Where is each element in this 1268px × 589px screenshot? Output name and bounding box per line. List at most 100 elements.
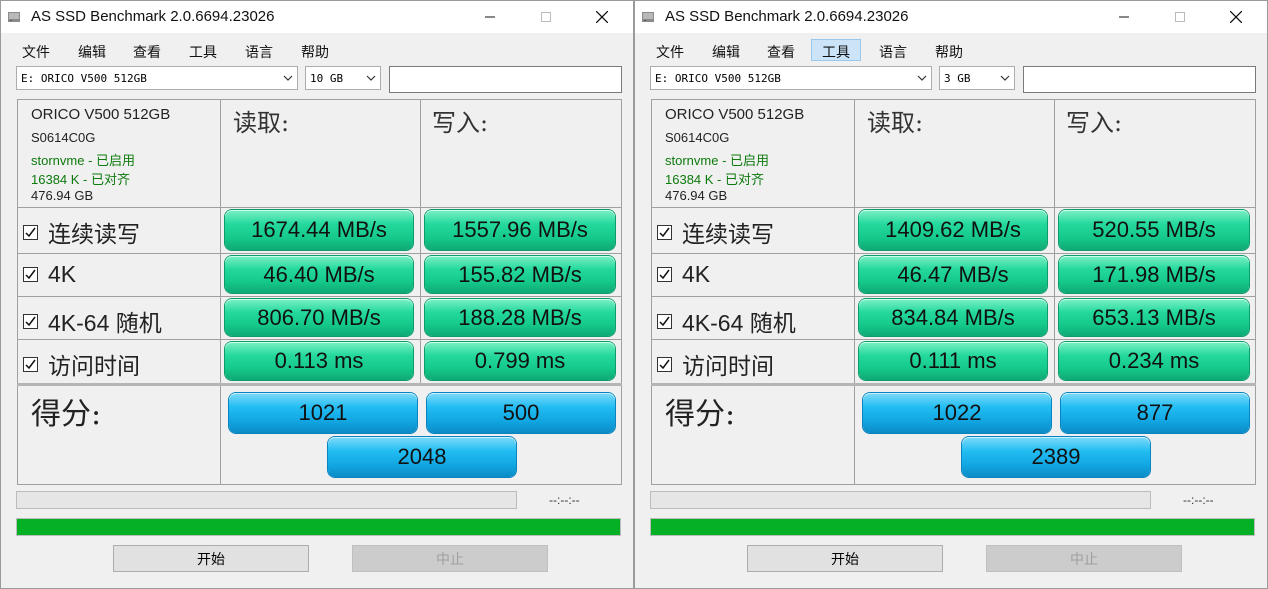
driver-status: stornvme - 已启用 bbox=[665, 153, 770, 168]
access-read-result: 0.111 ms bbox=[859, 342, 1047, 380]
row-divider bbox=[651, 296, 1256, 297]
4k64-write-result: 188.28 MB/s bbox=[425, 299, 615, 336]
column-divider bbox=[1054, 99, 1055, 386]
access-write-result: 0.799 ms bbox=[425, 342, 615, 380]
row-divider bbox=[17, 296, 622, 297]
score-read: 1021 bbox=[229, 393, 417, 433]
progress-bar-total bbox=[650, 518, 1255, 536]
test-access[interactable]: 访问时间 bbox=[657, 347, 774, 381]
elapsed-time: --:--:-- bbox=[1183, 493, 1214, 507]
read-header: 读取: bbox=[867, 109, 924, 137]
checkbox-checked-icon[interactable] bbox=[657, 267, 672, 282]
size-select[interactable]: 10 GB bbox=[305, 66, 381, 90]
write-header: 写入: bbox=[1066, 109, 1123, 137]
drive-icon bbox=[642, 12, 654, 22]
close-icon bbox=[1230, 11, 1242, 23]
4k-read-result: 46.40 MB/s bbox=[225, 256, 413, 293]
drive-firmware: S0614C0G bbox=[31, 130, 96, 145]
drive-icon bbox=[8, 12, 20, 22]
drive-select[interactable]: E: ORICO V500 512GB bbox=[650, 66, 932, 90]
menu-view[interactable]: 查看 bbox=[762, 39, 800, 61]
path-input[interactable] bbox=[1023, 66, 1256, 93]
drive-select[interactable]: E: ORICO V500 512GB bbox=[16, 66, 298, 90]
driver-status: stornvme - 已启用 bbox=[31, 153, 136, 168]
test-4k[interactable]: 4K bbox=[23, 261, 76, 288]
checkbox-checked-icon[interactable] bbox=[657, 224, 672, 240]
test-4k64[interactable]: 4K-64 随机 bbox=[657, 304, 796, 338]
progress-bar-total bbox=[16, 518, 621, 536]
test-seq[interactable]: 连续读写 bbox=[657, 215, 774, 249]
minimize-button[interactable] bbox=[467, 1, 513, 33]
minimize-icon bbox=[1119, 16, 1129, 18]
alignment-status: 16384 K - 已对齐 bbox=[665, 172, 764, 187]
stop-button[interactable]: 中止 bbox=[352, 545, 548, 572]
menu-edit[interactable]: 编辑 bbox=[707, 39, 745, 61]
minimize-button[interactable] bbox=[1101, 1, 1147, 33]
drive-firmware: S0614C0G bbox=[665, 130, 730, 145]
maximize-button[interactable] bbox=[1157, 1, 1203, 33]
close-button[interactable] bbox=[579, 1, 625, 33]
checkbox-checked-icon[interactable] bbox=[23, 224, 38, 240]
test-seq[interactable]: 连续读写 bbox=[23, 215, 140, 249]
score-write: 500 bbox=[427, 393, 615, 433]
menu-language[interactable]: 语言 bbox=[240, 39, 278, 61]
4k-read-result: 46.47 MB/s bbox=[859, 256, 1047, 293]
test-label: 访问时间 bbox=[682, 354, 774, 380]
drive-capacity: 476.94 GB bbox=[31, 188, 94, 203]
menu-bar: 文件 编辑 查看 工具 语言 帮助 bbox=[1, 35, 633, 63]
path-input[interactable] bbox=[389, 66, 622, 93]
score-write: 877 bbox=[1061, 393, 1249, 433]
menu-language[interactable]: 语言 bbox=[874, 39, 912, 61]
drive-model: ORICO V500 512GB bbox=[31, 106, 171, 123]
menu-edit[interactable]: 编辑 bbox=[73, 39, 111, 61]
start-button[interactable]: 开始 bbox=[113, 545, 309, 572]
row-divider bbox=[17, 383, 622, 386]
close-button[interactable] bbox=[1213, 1, 1259, 33]
checkbox-checked-icon[interactable] bbox=[23, 356, 38, 372]
checkbox-checked-icon[interactable] bbox=[657, 313, 672, 329]
test-access[interactable]: 访问时间 bbox=[23, 347, 140, 381]
column-divider bbox=[854, 99, 855, 485]
size-select-value: 10 GB bbox=[310, 72, 344, 85]
window-title: AS SSD Benchmark 2.0.6694.23026 bbox=[31, 8, 275, 25]
row-divider bbox=[651, 207, 1256, 208]
title-bar[interactable]: AS SSD Benchmark 2.0.6694.23026 bbox=[635, 1, 1267, 33]
benchmark-window-right: AS SSD Benchmark 2.0.6694.23026 文件 编辑 查看… bbox=[634, 0, 1268, 589]
test-4k[interactable]: 4K bbox=[657, 261, 710, 288]
access-write-result: 0.234 ms bbox=[1059, 342, 1249, 380]
test-label: 4K bbox=[682, 261, 711, 287]
column-divider bbox=[220, 99, 221, 485]
write-header: 写入: bbox=[432, 109, 489, 137]
menu-help[interactable]: 帮助 bbox=[930, 39, 968, 61]
test-label: 4K bbox=[48, 261, 77, 287]
read-header: 读取: bbox=[233, 109, 290, 137]
stop-button[interactable]: 中止 bbox=[986, 545, 1182, 572]
menu-view[interactable]: 查看 bbox=[128, 39, 166, 61]
4k-write-result: 171.98 MB/s bbox=[1059, 256, 1249, 293]
chevron-down-icon bbox=[283, 75, 293, 81]
size-select[interactable]: 3 GB bbox=[939, 66, 1015, 90]
maximize-icon bbox=[541, 12, 551, 22]
menu-tools[interactable]: 工具 bbox=[811, 39, 861, 61]
score-total: 2048 bbox=[328, 437, 516, 477]
column-divider bbox=[420, 99, 421, 386]
maximize-button[interactable] bbox=[523, 1, 569, 33]
title-bar[interactable]: AS SSD Benchmark 2.0.6694.23026 bbox=[1, 1, 633, 33]
checkbox-checked-icon[interactable] bbox=[657, 356, 672, 372]
menu-tools[interactable]: 工具 bbox=[184, 39, 222, 61]
checkbox-checked-icon[interactable] bbox=[23, 267, 38, 282]
score-label: 得分: bbox=[31, 397, 102, 432]
menu-help[interactable]: 帮助 bbox=[296, 39, 334, 61]
menu-file[interactable]: 文件 bbox=[17, 39, 55, 61]
checkbox-checked-icon[interactable] bbox=[23, 313, 38, 329]
menu-file[interactable]: 文件 bbox=[651, 39, 689, 61]
benchmark-window-left: AS SSD Benchmark 2.0.6694.23026 文件 编辑 查看… bbox=[0, 0, 634, 589]
drive-capacity: 476.94 GB bbox=[665, 188, 728, 203]
drive-model: ORICO V500 512GB bbox=[665, 106, 805, 123]
close-icon bbox=[596, 11, 608, 23]
test-4k64[interactable]: 4K-64 随机 bbox=[23, 304, 162, 338]
test-label: 连续读写 bbox=[48, 222, 140, 248]
window-title: AS SSD Benchmark 2.0.6694.23026 bbox=[665, 8, 909, 25]
size-select-value: 3 GB bbox=[944, 72, 971, 85]
start-button[interactable]: 开始 bbox=[747, 545, 943, 572]
